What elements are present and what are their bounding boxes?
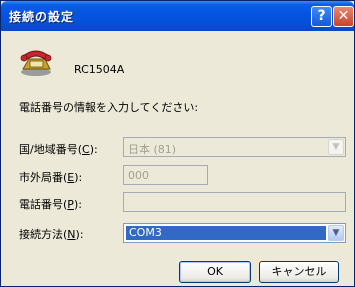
cancel-button[interactable]: キャンセル	[259, 261, 339, 283]
help-button[interactable]: ?	[311, 6, 332, 27]
connect-using-select[interactable]: COM3 ▼	[123, 223, 346, 243]
country-label: 国/地域番号(C):	[19, 143, 98, 156]
phone-number-input[interactable]	[123, 192, 346, 212]
area-code-label: 市外局番(E):	[19, 171, 83, 184]
connect-using-label: 接続方法(N):	[19, 228, 84, 241]
title-bar[interactable]: 接続の設定 ? ✕	[1, 1, 354, 31]
area-code-input[interactable]: 000	[123, 165, 208, 185]
instruction-text: 電話番号の情報を入力してください:	[19, 101, 199, 114]
country-value: 日本 (81)	[128, 143, 177, 156]
connection-name: RC1504A	[74, 63, 125, 76]
connect-using-value: COM3	[126, 226, 326, 240]
chevron-down-icon[interactable]: ▼	[328, 139, 344, 155]
connection-settings-dialog: 接続の設定 ? ✕ RC1504A 電話番号の情報を入力してください: 国/地域…	[0, 0, 355, 287]
chevron-down-icon[interactable]: ▼	[328, 225, 344, 241]
close-button[interactable]: ✕	[333, 6, 354, 27]
window-title: 接続の設定	[9, 10, 75, 24]
ok-button[interactable]: OK	[179, 261, 251, 283]
country-select[interactable]: 日本 (81) ▼	[123, 137, 346, 157]
phone-number-label: 電話番号(P):	[19, 198, 82, 211]
area-code-value: 000	[128, 169, 149, 182]
phone-icon	[20, 50, 52, 76]
